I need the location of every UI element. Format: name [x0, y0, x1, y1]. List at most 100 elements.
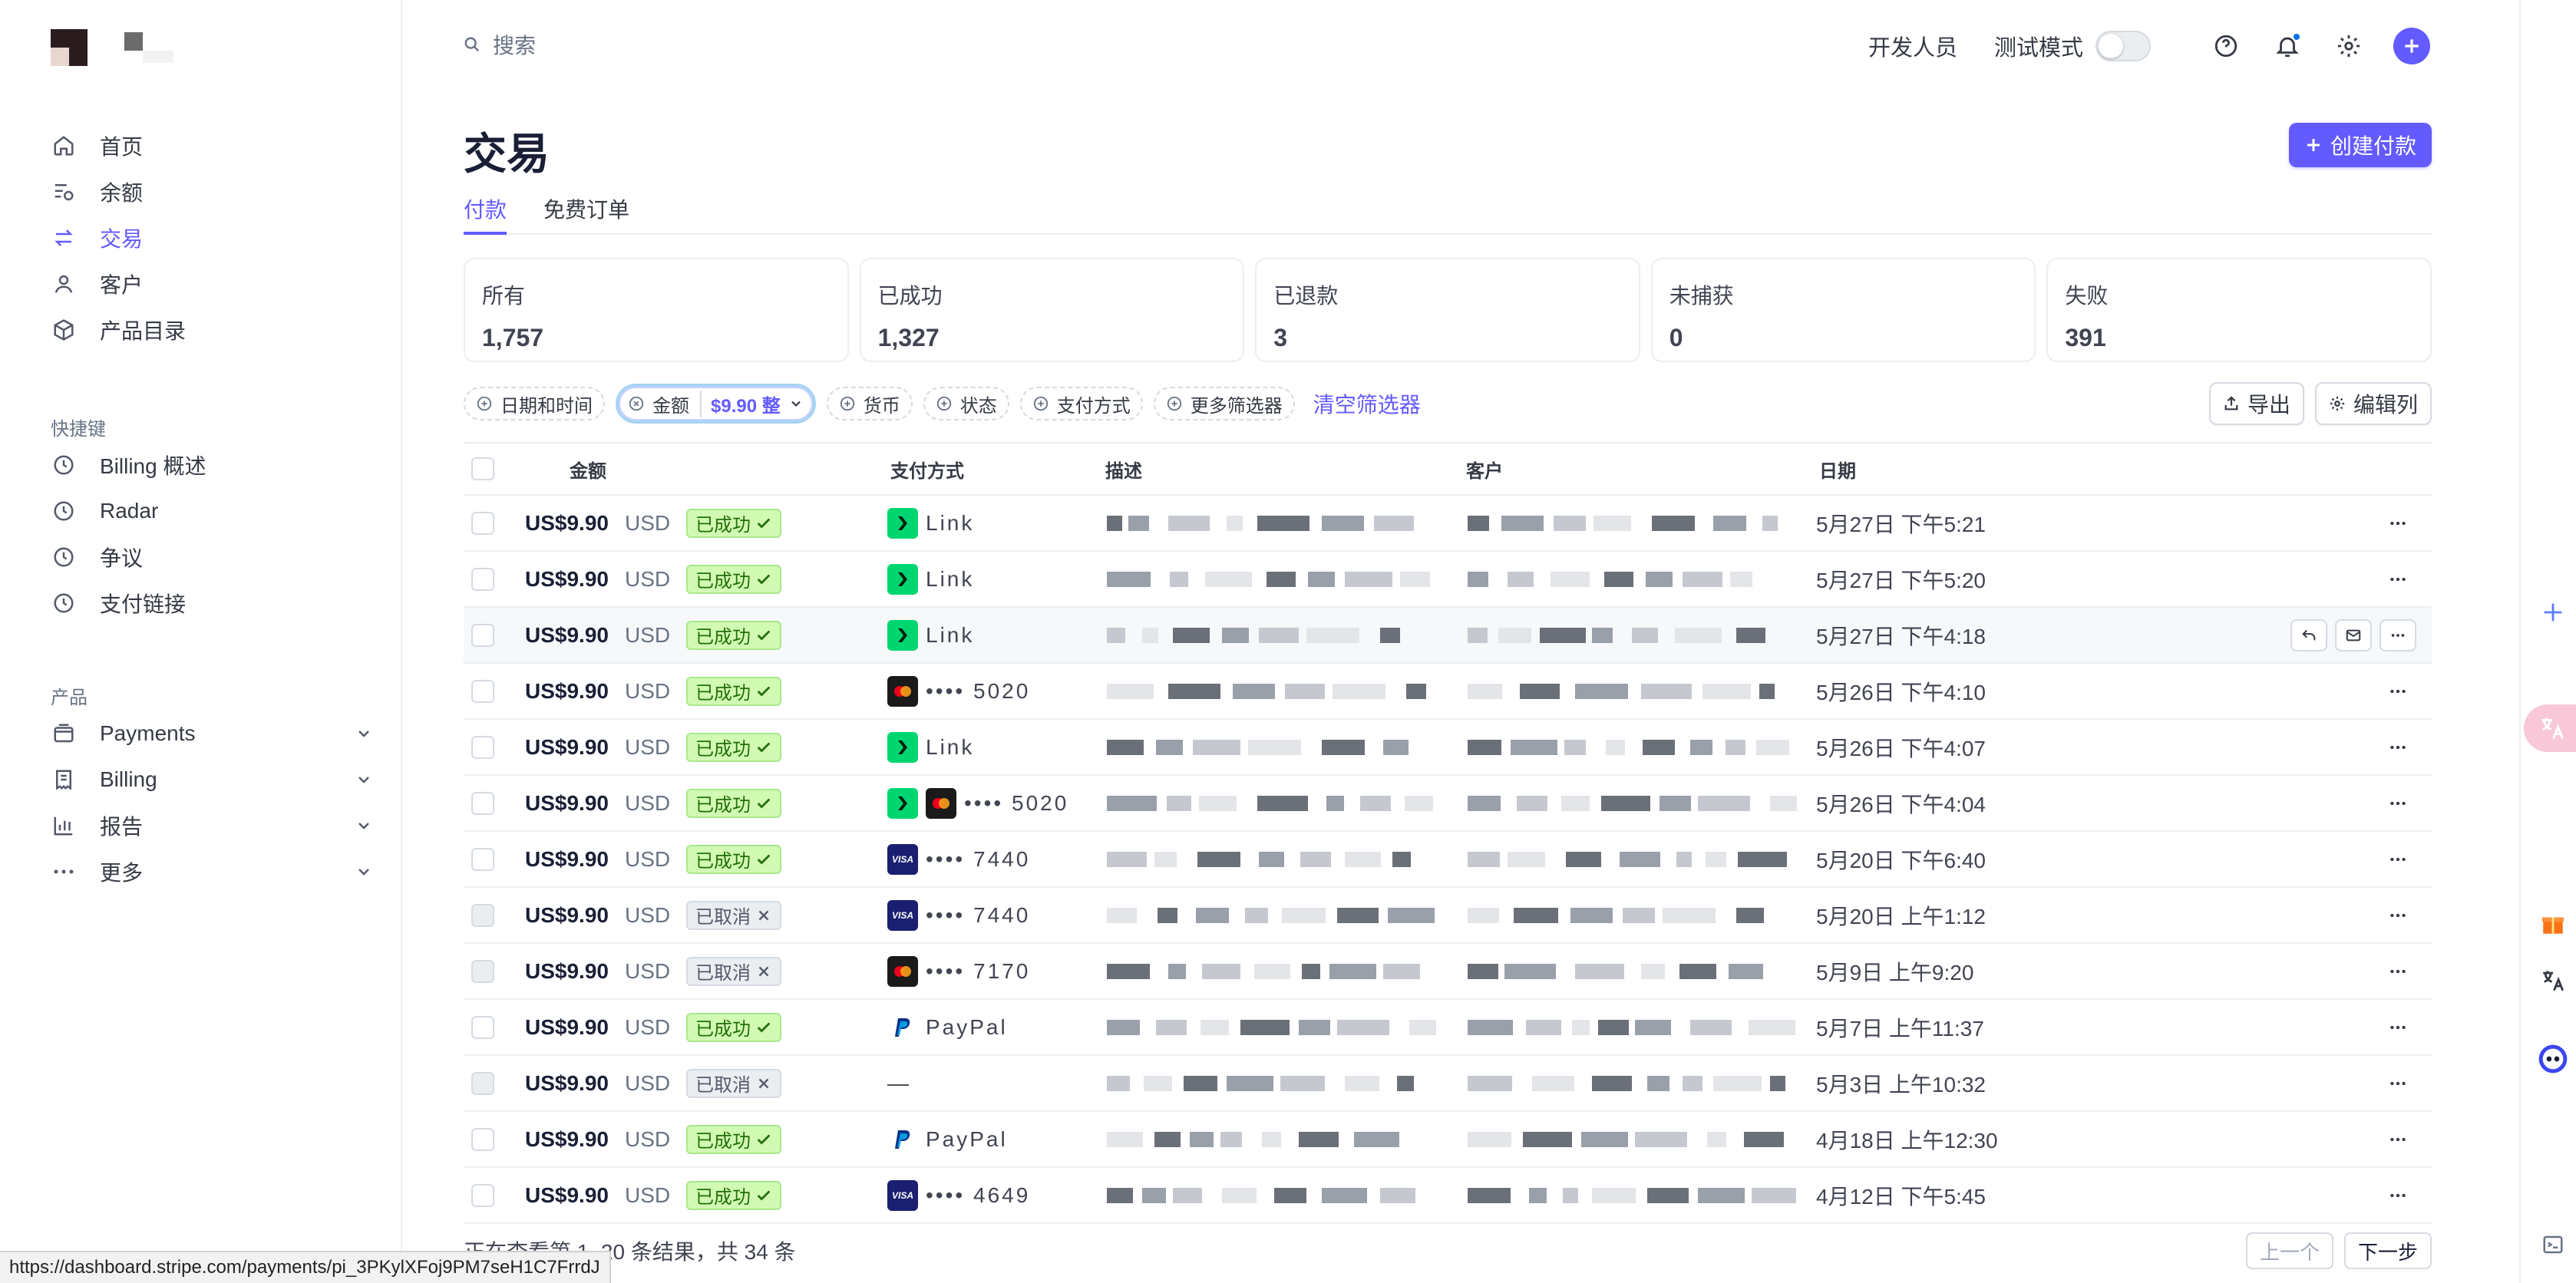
table-row[interactable]: US$9.90 USD 已成功 PayPal 4月18日 上午12:30 [464, 1112, 2432, 1168]
gear-icon[interactable] [2332, 29, 2366, 63]
row-checkbox[interactable] [471, 623, 494, 647]
row-checkbox[interactable] [471, 511, 494, 535]
header-payment-method[interactable]: 支付方式 [890, 456, 1105, 483]
summary-card-failed[interactable]: 失败 391 [2046, 258, 2432, 362]
sidebar-item-reports[interactable]: 报告 [51, 803, 373, 849]
row-checkbox[interactable] [471, 679, 494, 703]
more-actions-icon[interactable] [2379, 1123, 2416, 1156]
sidebar-item-radar[interactable]: Radar [51, 488, 373, 534]
more-actions-icon[interactable] [2379, 618, 2416, 651]
filter-date[interactable]: 日期和时间 [464, 387, 605, 421]
more-actions-icon[interactable] [2379, 955, 2416, 988]
remove-circle-icon[interactable] [628, 395, 645, 412]
developers-link[interactable]: 开发人员 [1868, 30, 1957, 62]
header-description[interactable]: 描述 [1105, 456, 1466, 483]
row-checkbox[interactable] [471, 1071, 494, 1095]
sidebar-item-disputes[interactable]: 争议 [51, 534, 373, 580]
select-all-checkbox[interactable] [471, 457, 494, 480]
more-actions-icon[interactable] [2379, 675, 2416, 707]
search-input[interactable]: 搜索 [464, 29, 536, 60]
create-payment-button[interactable]: 创建付款 [2288, 123, 2432, 167]
next-page-button[interactable]: 下一步 [2343, 1232, 2432, 1269]
row-checkbox[interactable] [471, 959, 494, 983]
row-checkbox[interactable] [471, 567, 494, 591]
row-checkbox[interactable] [471, 735, 494, 759]
header-customer[interactable]: 客户 [1466, 456, 1819, 483]
header-amount[interactable]: 金额 [570, 456, 890, 483]
table-row[interactable]: US$9.90 USD 已成功 •••• 5020 5月26日 下午4:04 [464, 776, 2432, 832]
chevron-down-icon[interactable] [355, 816, 373, 835]
summary-card-refunded[interactable]: 已退款 3 [1255, 258, 1640, 362]
table-row[interactable]: US$9.90 USD 已成功 •••• 5020 5月26日 下午4:10 [464, 664, 2432, 720]
more-actions-icon[interactable] [2379, 731, 2416, 764]
export-button[interactable]: 导出 [2208, 382, 2304, 425]
sidebar-item-product-catalog[interactable]: 产品目录 [51, 307, 373, 353]
bell-icon[interactable] [2271, 29, 2304, 63]
filter-currency[interactable]: 货币 [826, 387, 913, 421]
edit-columns-button[interactable]: 编辑列 [2314, 382, 2432, 425]
sidebar-item-payment-links[interactable]: 支付链接 [51, 580, 373, 626]
sidebar-item-home[interactable]: 首页 [51, 123, 373, 169]
chevron-down-icon[interactable] [355, 724, 373, 743]
filter-amount[interactable]: 金额 $9.90 整 [616, 384, 816, 424]
gift-icon[interactable] [2536, 907, 2570, 941]
translate-pill-icon[interactable] [2524, 704, 2576, 752]
more-actions-icon[interactable] [2379, 843, 2416, 876]
refund-icon[interactable] [2290, 618, 2327, 651]
table-row[interactable]: US$9.90 USD 已成功 Link 5月27日 下午4:18 [464, 608, 2432, 664]
tab-payments[interactable]: 付款 [464, 190, 507, 235]
filter-payment-method[interactable]: 支付方式 [1019, 387, 1143, 421]
sidebar-item-transactions[interactable]: 交易 [51, 215, 373, 261]
table-row[interactable]: US$9.90 USD 已取消 •••• 7170 5月9日 上午9:20 [464, 944, 2432, 1000]
create-plus-icon[interactable] [2393, 28, 2430, 64]
sidebar-item-customers[interactable]: 客户 [51, 261, 373, 307]
translate-icon[interactable] [2536, 964, 2570, 998]
more-actions-icon[interactable] [2379, 1011, 2416, 1044]
email-icon[interactable] [2335, 618, 2372, 651]
table-row[interactable]: US$9.90 USD 已成功 PayPal 5月7日 上午11:37 [464, 1000, 2432, 1056]
prev-page-button[interactable]: 上一个 [2245, 1232, 2333, 1269]
filter-status[interactable]: 状态 [923, 387, 1009, 421]
assistant-icon[interactable] [2536, 1042, 2570, 1076]
table-row[interactable]: US$9.90 USD 已成功 Link 5月27日 下午5:20 [464, 552, 2432, 608]
row-checkbox[interactable] [471, 1127, 494, 1151]
help-icon[interactable] [2209, 29, 2243, 63]
redacted-block [1142, 1188, 1166, 1203]
more-actions-icon[interactable] [2379, 1067, 2416, 1100]
row-checkbox[interactable] [471, 1015, 494, 1039]
row-checkbox[interactable] [471, 903, 494, 927]
more-actions-icon[interactable] [2379, 507, 2416, 539]
sidebar-item-more[interactable]: 更多 [51, 849, 373, 895]
table-row[interactable]: US$9.90 USD 已成功 Link 5月26日 下午4:07 [464, 720, 2432, 776]
chevron-down-icon[interactable] [355, 862, 373, 881]
sidebar-item-billing[interactable]: Billing [51, 757, 373, 803]
filter-more[interactable]: 更多筛选器 [1153, 387, 1295, 421]
more-actions-icon[interactable] [2379, 787, 2416, 820]
clear-filters-link[interactable]: 清空筛选器 [1313, 388, 1421, 419]
sidebar-item-billing-overview[interactable]: Billing 概述 [51, 442, 373, 488]
table-row[interactable]: US$9.90 USD 已成功 VISA •••• 7440 5月20日 下午6:40 [464, 832, 2432, 888]
terminal-icon[interactable] [2536, 1228, 2570, 1262]
chevron-down-icon[interactable] [355, 770, 373, 789]
test-mode-toggle[interactable] [2095, 31, 2151, 61]
payment-method-text: •••• 5020 [926, 678, 1031, 703]
row-checkbox[interactable] [471, 847, 494, 871]
tab-free-orders[interactable]: 免费订单 [543, 190, 629, 235]
row-checkbox[interactable] [471, 1183, 494, 1207]
more-actions-icon[interactable] [2379, 1179, 2416, 1212]
summary-card-uncaptured[interactable]: 未捕获 0 [1650, 258, 2036, 362]
summary-card-all[interactable]: 所有 1,757 [464, 258, 849, 362]
sidebar-item-payments[interactable]: Payments [51, 711, 373, 757]
header-date[interactable]: 日期 [1819, 456, 1856, 483]
add-panel-icon[interactable] [2536, 595, 2570, 629]
sidebar-item-balance[interactable]: 余额 [51, 169, 373, 215]
row-checkbox[interactable] [471, 791, 494, 815]
summary-card-succeeded[interactable]: 已成功 1,327 [859, 258, 1245, 362]
table-row[interactable]: US$9.90 USD 已取消 — 5月3日 上午10:32 [464, 1056, 2432, 1112]
table-row[interactable]: US$9.90 USD 已成功 Link 5月27日 下午5:21 [464, 496, 2432, 552]
table-row[interactable]: US$9.90 USD 已成功 VISA •••• 4649 4月12日 下午5:45 [464, 1168, 2432, 1224]
table-row[interactable]: US$9.90 USD 已取消 VISA •••• 7440 5月20日 上午1:12 [464, 888, 2432, 944]
account-logo[interactable] [51, 29, 204, 68]
more-actions-icon[interactable] [2379, 563, 2416, 595]
more-actions-icon[interactable] [2379, 899, 2416, 932]
